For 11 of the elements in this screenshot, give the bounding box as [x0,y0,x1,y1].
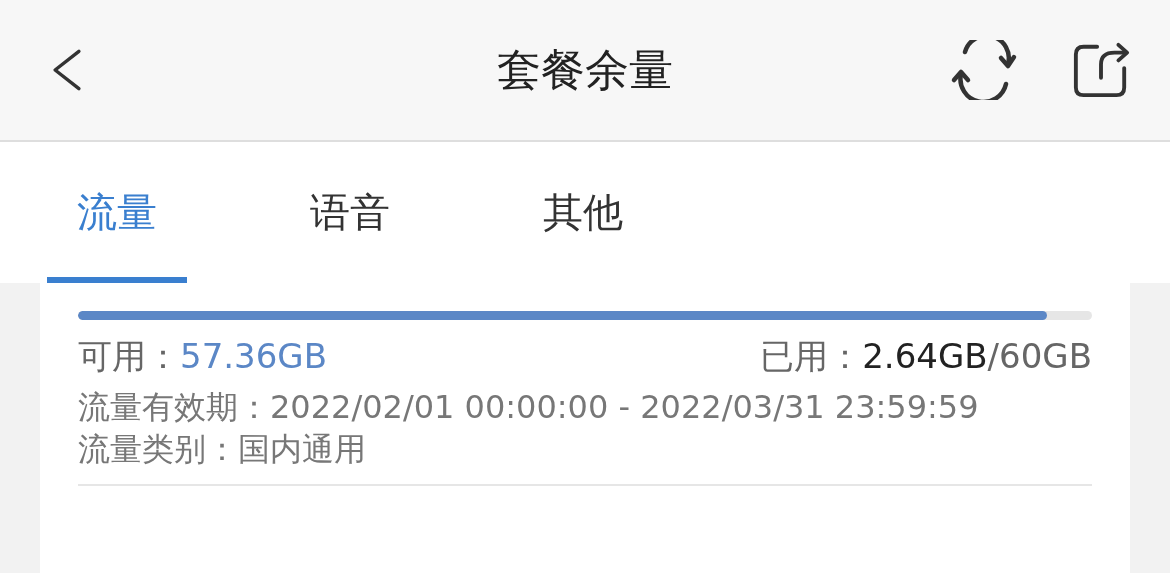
total-value: /60GB [987,336,1092,376]
page-title: 套餐余量 [497,42,673,97]
used-value: 2.64GB [862,336,988,376]
validity-text: 流量有效期：2022/02/01 00:00:00 - 2022/03/31 23:59:59 [78,387,980,428]
tab[interactable]: 其他 [513,142,653,283]
available-label: 可用： [78,336,180,376]
used-label: 已用： [760,336,863,376]
available-value: 57.36GB [180,336,327,376]
tab[interactable]: 语音 [280,142,420,283]
share-icon[interactable] [1072,41,1130,99]
type-text: 流量类别：国内通用 [78,429,367,470]
